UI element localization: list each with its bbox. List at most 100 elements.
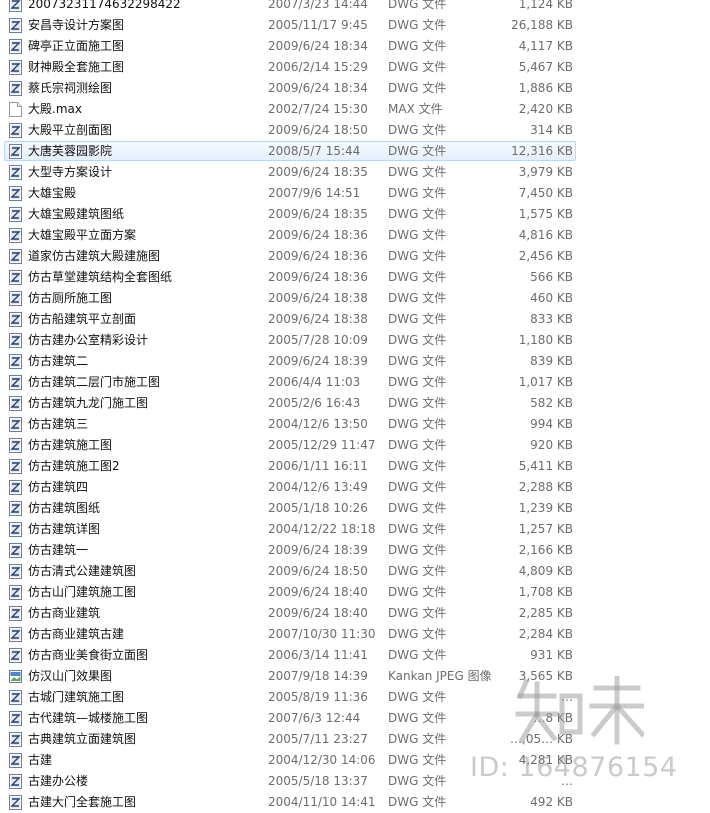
file-name: 大雄宝殿平立面方案 bbox=[28, 228, 137, 242]
file-row[interactable]: 古建大门全套施工图 2004/11/10 14:41 DWG 文件 492 KB bbox=[0, 792, 710, 813]
file-row[interactable]: 仿古山门建筑施工图 2009/6/24 18:40 DWG 文件 1,708 KB bbox=[0, 582, 710, 603]
file-row[interactable]: 仿古建筑四 2004/12/6 13:49 DWG 文件 2,288 KB bbox=[0, 477, 710, 498]
file-row[interactable]: 仿古厕所施工图 2009/6/24 18:38 DWG 文件 460 KB bbox=[0, 288, 710, 309]
file-date-modified: 2009/6/24 18:36 bbox=[268, 249, 368, 263]
file-row[interactable]: 财神殿全套施工图 2006/2/14 15:29 DWG 文件 5,467 KB bbox=[0, 57, 710, 78]
file-row[interactable]: 大雄宝殿建筑图纸 2009/6/24 18:35 DWG 文件 1,575 KB bbox=[0, 204, 710, 225]
file-row[interactable]: 仿古建筑二 2009/6/24 18:39 DWG 文件 839 KB bbox=[0, 351, 710, 372]
dwg-file-icon bbox=[9, 81, 22, 96]
file-name: 大雄宝殿 bbox=[28, 186, 77, 200]
file-date-modified: 2007/10/30 11:30 bbox=[268, 627, 376, 641]
file-date-modified: 2009/6/24 18:35 bbox=[268, 165, 368, 179]
file-name: 仿古山门建筑施工图 bbox=[28, 585, 137, 599]
file-row[interactable]: 大殿.max 2002/7/24 15:30 MAX 文件 2,420 KB bbox=[0, 99, 710, 120]
file-size: 5,411 KB bbox=[518, 459, 573, 473]
file-date-modified: 2005/8/19 11:36 bbox=[268, 690, 368, 704]
file-type: DWG 文件 bbox=[388, 795, 447, 809]
file-row[interactable]: 仿古清式公建建筑图 2009/6/24 18:50 DWG 文件 4,809 KB bbox=[0, 561, 710, 582]
file-row[interactable]: 仿古商业建筑古建 2007/10/30 11:30 DWG 文件 2,284 KB bbox=[0, 624, 710, 645]
dwg-file-icon bbox=[9, 774, 22, 789]
dwg-file-icon bbox=[9, 795, 22, 810]
file-size: … bbox=[561, 774, 573, 788]
file-row[interactable]: 仿古建筑一 2009/6/24 18:39 DWG 文件 2,166 KB bbox=[0, 540, 710, 561]
file-size: 2,288 KB bbox=[518, 480, 573, 494]
file-row[interactable]: 仿汉山门效果图 2007/9/18 14:39 Kankan JPEG 图像 3,56… bbox=[0, 666, 710, 687]
file-row[interactable]: 仿古草堂建筑结构全套图纸 2009/6/24 18:36 DWG 文件 566 KB bbox=[0, 267, 710, 288]
file-size: 4,281 KB bbox=[518, 753, 573, 767]
file-row[interactable]: 古典建筑立面建筑图 2005/7/11 23:27 DWG 文件 …,05… KB bbox=[0, 729, 710, 750]
file-row[interactable]: 仿古建筑九龙门施工图 2005/2/6 16:43 DWG 文件 582 KB bbox=[0, 393, 710, 414]
file-name: 20073231174632298422 bbox=[28, 0, 181, 11]
file-row[interactable]: 仿古建筑图纸 2005/1/18 10:26 DWG 文件 1,239 KB bbox=[0, 498, 710, 519]
file-row[interactable]: 仿古建筑施工图 2005/12/29 11:47 DWG 文件 920 KB bbox=[0, 435, 710, 456]
dwg-file-icon bbox=[9, 459, 22, 474]
file-name: 古代建筑—城楼施工图 bbox=[28, 711, 149, 725]
file-type: DWG 文件 bbox=[388, 417, 447, 431]
file-date-modified: 2004/11/10 14:41 bbox=[268, 795, 376, 809]
file-name: 仿古建筑施工图2 bbox=[28, 459, 120, 473]
file-type: DWG 文件 bbox=[388, 333, 447, 347]
file-type: DWG 文件 bbox=[388, 228, 447, 242]
file-row[interactable]: 大雄宝殿 2007/9/6 14:51 DWG 文件 7,450 KB bbox=[0, 183, 710, 204]
file-name: 仿古建筑二层门市施工图 bbox=[28, 375, 161, 389]
file-row[interactable]: 安昌寺设计方案图 2005/11/17 9:45 DWG 文件 26,188 KB bbox=[0, 15, 710, 36]
file-row[interactable]: 古代建筑—城楼施工图 2007/6/3 12:44 DWG 文件 …8 KB bbox=[0, 708, 710, 729]
file-type: DWG 文件 bbox=[388, 123, 447, 137]
file-type: DWG 文件 bbox=[388, 480, 447, 494]
file-row[interactable]: 仿古船建筑平立剖面 2009/6/24 18:38 DWG 文件 833 KB bbox=[0, 309, 710, 330]
file-row[interactable]: 20073231174632298422 2007/3/23 14:44 DWG 文… bbox=[0, 0, 710, 15]
file-date-modified: 2004/12/30 14:06 bbox=[268, 753, 376, 767]
file-name: 仿古商业建筑古建 bbox=[28, 627, 125, 641]
file-row[interactable]: 仿古建办公室精彩设计 2005/7/28 10:09 DWG 文件 1,180 KB bbox=[0, 330, 710, 351]
file-size: 1,017 KB bbox=[518, 375, 573, 389]
file-size: 2,456 KB bbox=[518, 249, 573, 263]
file-row[interactable]: 大雄宝殿平立面方案 2009/6/24 18:36 DWG 文件 4,816 KB bbox=[0, 225, 710, 246]
file-name: 仿古船建筑平立剖面 bbox=[28, 312, 137, 326]
file-row[interactable]: 仿古商业美食街立面图 2006/3/14 11:41 DWG 文件 931 KB bbox=[0, 645, 710, 666]
file-date-modified: 2009/6/24 18:38 bbox=[268, 312, 368, 326]
file-row[interactable]: 仿古建筑施工图2 2006/1/11 16:11 DWG 文件 5,411 KB bbox=[0, 456, 710, 477]
file-row[interactable]: 大型寺方案设计 2009/6/24 18:35 DWG 文件 3,979 KB bbox=[0, 162, 710, 183]
file-type: DWG 文件 bbox=[388, 732, 447, 746]
dwg-file-icon bbox=[9, 438, 22, 453]
file-name: 仿古草堂建筑结构全套图纸 bbox=[28, 270, 173, 284]
file-date-modified: 2005/2/6 16:43 bbox=[268, 396, 361, 410]
file-type: DWG 文件 bbox=[388, 774, 447, 788]
file-size: 1,180 KB bbox=[518, 333, 573, 347]
file-date-modified: 2006/1/11 16:11 bbox=[268, 459, 368, 473]
file-type: DWG 文件 bbox=[388, 207, 447, 221]
dwg-file-icon bbox=[9, 543, 22, 558]
file-size: 1,239 KB bbox=[518, 501, 573, 515]
file-row[interactable]: 古城门建筑施工图 2005/8/19 11:36 DWG 文件… bbox=[0, 687, 710, 708]
file-type: DWG 文件 bbox=[388, 606, 447, 620]
file-date-modified: 2007/6/3 12:44 bbox=[268, 711, 361, 725]
file-row[interactable]: 大殿平立剖面图 2009/6/24 18:50 DWG 文件 314 KB bbox=[0, 120, 710, 141]
file-date-modified: 2009/6/24 18:35 bbox=[268, 207, 368, 221]
file-row[interactable]: 道家仿古建筑大殿建施图 2009/6/24 18:36 DWG 文件 2,456 KB bbox=[0, 246, 710, 267]
file-row[interactable]: 仿古建筑二层门市施工图 2006/4/4 11:03 DWG 文件 1,017 KB bbox=[0, 372, 710, 393]
file-type: DWG 文件 bbox=[388, 543, 447, 557]
file-row[interactable]: 碑亭正立面施工图 2009/6/24 18:34 DWG 文件 4,117 KB bbox=[0, 36, 710, 57]
file-date-modified: 2006/2/14 15:29 bbox=[268, 60, 368, 74]
file-date-modified: 2006/4/4 11:03 bbox=[268, 375, 361, 389]
jpeg-image-icon bbox=[9, 669, 22, 684]
dwg-file-icon bbox=[9, 711, 22, 726]
file-size: 4,816 KB bbox=[518, 228, 573, 242]
file-row[interactable]: 古建办公楼 2005/5/18 13:37 DWG 文件… bbox=[0, 771, 710, 792]
dwg-file-icon bbox=[9, 207, 22, 222]
file-row[interactable]: 仿古商业建筑 2009/6/24 18:40 DWG 文件 2,285 KB bbox=[0, 603, 710, 624]
file-type: DWG 文件 bbox=[388, 753, 447, 767]
file-row[interactable]: 仿古建筑详图 2004/12/22 18:18 DWG 文件 1,257 KB bbox=[0, 519, 710, 540]
file-date-modified: 2009/6/24 18:39 bbox=[268, 354, 368, 368]
file-size: 4,117 KB bbox=[518, 39, 573, 53]
file-name: 安昌寺设计方案图 bbox=[28, 18, 125, 32]
file-name: 仿古厕所施工图 bbox=[28, 291, 113, 305]
file-row[interactable]: 古建 2004/12/30 14:06 DWG 文件 4,281 KB bbox=[0, 750, 710, 771]
dwg-file-icon bbox=[9, 417, 22, 432]
file-type: DWG 文件 bbox=[388, 312, 447, 326]
file-row[interactable]: 蔡氏宗祠测绘图 2009/6/24 18:34 DWG 文件 1,886 KB bbox=[0, 78, 710, 99]
file-date-modified: 2004/12/22 18:18 bbox=[268, 522, 376, 536]
file-row[interactable]: 大唐芙蓉园影院 2008/5/7 15:44 DWG 文件 12,316 KB bbox=[0, 141, 710, 162]
file-row[interactable]: 仿古建筑三 2004/12/6 13:50 DWG 文件 994 KB bbox=[0, 414, 710, 435]
file-name: 古建办公楼 bbox=[28, 774, 89, 788]
